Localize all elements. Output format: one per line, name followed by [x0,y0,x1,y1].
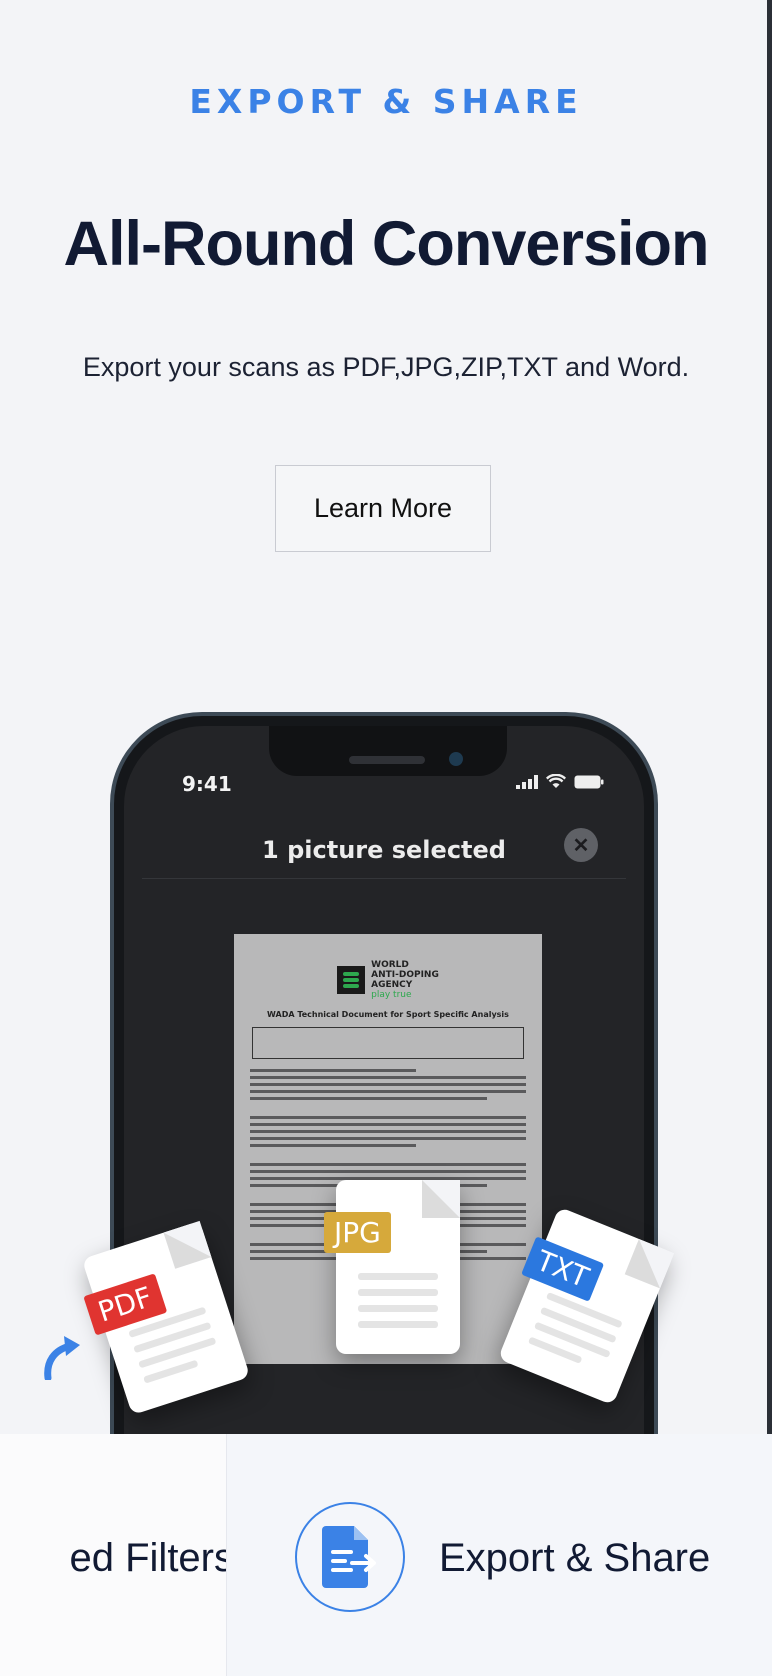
section-eyebrow: EXPORT & SHARE [189,82,583,121]
export-document-icon [322,1526,376,1588]
document-table [252,1027,524,1059]
battery-icon [574,775,604,788]
org-tagline: play true [371,990,412,1000]
org-line-3: AGENCY [371,980,413,990]
feature-tab-bar: ed Filters Export & Share [0,1434,772,1676]
tab-filters-label: ed Filters [69,1536,227,1580]
jpg-file-icon: JPG [324,1180,460,1354]
document-title: WADA Technical Document for Sport Specif… [267,1010,509,1019]
tab-export-share[interactable]: Export & Share [227,1434,772,1676]
close-icon[interactable]: ✕ [564,828,598,862]
document-header: WORLD ANTI-DOPING AGENCY play true [250,960,526,1000]
document-org: WORLD ANTI-DOPING AGENCY play true [371,960,439,1000]
divider [142,878,626,879]
jpg-badge: JPG [324,1212,391,1253]
speaker-grille [349,756,425,764]
page-edge [767,0,772,1434]
status-icons [516,774,604,789]
signal-icon [516,774,538,789]
org-line-1: WORLD [371,960,409,970]
status-time: 9:41 [182,772,232,796]
curved-arrow-icon [44,1336,80,1380]
wada-logo [337,966,366,994]
wifi-icon [546,774,566,788]
learn-more-button[interactable]: Learn More [275,465,491,552]
section-title: All-Round Conversion [63,209,710,279]
tab-export-label: Export & Share [439,1536,711,1580]
phone-notch [269,726,507,776]
tab-filters[interactable]: ed Filters [0,1434,227,1676]
export-icon-ring [295,1502,405,1612]
org-line-2: ANTI-DOPING [371,970,439,980]
front-camera [449,752,463,766]
section-subtitle: Export your scans as PDF,JPG,ZIP,TXT and… [82,352,690,382]
